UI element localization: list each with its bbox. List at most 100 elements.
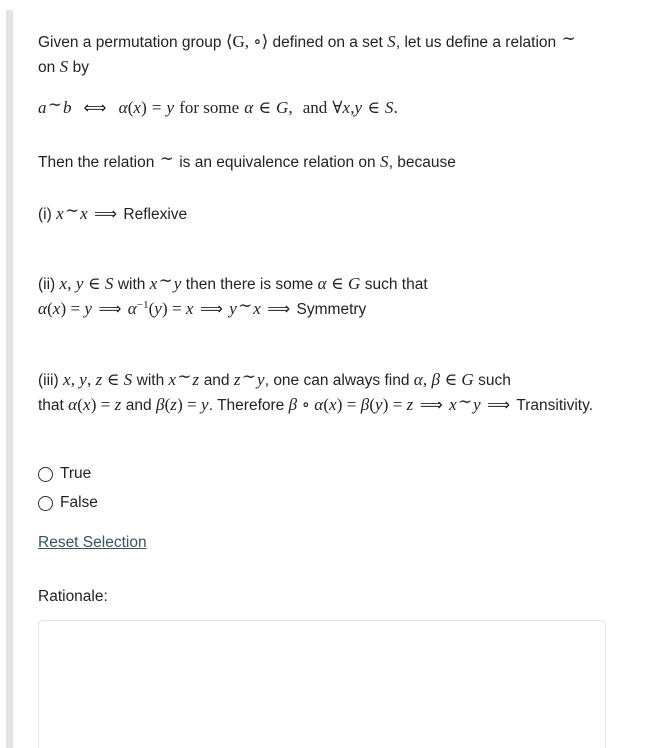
rationale-textarea[interactable]: [38, 620, 606, 748]
item-iii-tilde-1: ∼: [177, 367, 192, 386]
item-iii-close-3: ): [336, 394, 343, 414]
item-i-tilde: ∼: [64, 201, 80, 220]
item-ii-equals-2: =: [172, 298, 182, 318]
item-iii-tilde-3: ∼: [457, 391, 473, 411]
item-ii-S: S: [104, 274, 114, 293]
item-iii-alpha: α: [413, 370, 423, 389]
intro-text-part-4: on: [38, 58, 60, 76]
proof-item-symmetry: (ii) x, y ∈ S with x∼y then there is som…: [38, 271, 614, 321]
eq-and: and: [302, 98, 328, 117]
item-iii-close-2: ): [177, 394, 183, 414]
item-iii-x-c: x: [82, 394, 91, 414]
item-iii-therefore: . Therefore: [208, 396, 285, 414]
proof-item-transitivity: (iii) x, y, z ∈ S with x∼z and z∼y, one …: [38, 367, 614, 417]
then-S: S: [379, 152, 389, 171]
item-iii-y-d: y: [375, 394, 383, 414]
eq-period: .: [393, 98, 398, 117]
item-ii-alpha: α: [317, 274, 327, 293]
question-intro-paragraph: Given a permutation group ⟨G, ∘⟩ defined…: [38, 29, 598, 79]
radio-button-true-icon[interactable]: [38, 466, 53, 482]
item-iii-x-e: x: [449, 394, 457, 414]
item-ii-arrow-1: ⟹: [98, 298, 122, 318]
item-iii-equals-2: =: [187, 394, 197, 414]
then-text-part-1: Then the relation: [38, 154, 159, 171]
item-ii-inverse-exponent: −1: [136, 298, 149, 311]
item-ii-alpha-inverse: α: [127, 298, 137, 318]
math-set-S: S: [387, 32, 396, 51]
item-i-marker: (i): [38, 206, 52, 223]
item-iii-S: S: [123, 370, 133, 389]
item-ii-such-that: such that: [364, 276, 428, 293]
eq-y-2: y: [354, 98, 363, 117]
answer-option-true[interactable]: True: [38, 461, 98, 487]
item-ii-x-e: x: [253, 298, 261, 318]
item-ii-y: y: [75, 274, 84, 293]
eq-G: G: [275, 98, 289, 117]
item-ii-y-c: y: [84, 298, 93, 318]
item-iii-beta-3: β: [288, 394, 298, 414]
item-iii-z-c: z: [233, 370, 241, 389]
item-ii-close-paren: ): [60, 298, 67, 318]
item-iii-rest-1: , one can always find: [264, 372, 410, 389]
answer-option-true-label: True: [60, 465, 92, 482]
item-ii-marker: (ii): [38, 276, 56, 293]
item-iii-y: y: [79, 370, 88, 389]
item-iii-z-b: z: [192, 370, 200, 389]
item-iii-alpha-3: α: [314, 394, 324, 414]
eq-comma: ,: [288, 98, 293, 117]
radio-button-false-icon[interactable]: [38, 495, 53, 511]
item-iii-comma-1: ,: [70, 370, 75, 389]
item-ii-y-e: y: [229, 298, 237, 318]
eq-S: S: [384, 98, 394, 117]
intro-text-part-3: , let us define a relation: [395, 34, 561, 51]
item-ii-tilde: ∼: [158, 271, 173, 290]
definition-display-equation: a∼b ⟺ α(x) = y for some α ∈ G, and ∀x,y …: [38, 95, 614, 119]
item-iii-equals-1: =: [100, 394, 111, 414]
item-iii-x-d: x: [329, 394, 337, 414]
answer-options-group: True False: [38, 461, 98, 519]
item-iii-member-of-2: ∈: [444, 370, 458, 389]
item-ii-arrow-2: ⟹: [199, 298, 223, 318]
item-ii-conclusion: Symmetry: [296, 300, 367, 318]
item-iii-comma-2: ,: [87, 370, 92, 389]
math-group-notation: ⟨G, ∘⟩: [225, 32, 269, 51]
rationale-label: Rationale:: [38, 588, 108, 605]
eq-tilde: ∼: [47, 95, 62, 114]
item-ii-member-of-2: ∈: [331, 274, 344, 293]
item-iii-with: with: [136, 372, 165, 389]
item-iii-compose-operator: ∘: [301, 394, 310, 414]
item-iii-y-b: y: [256, 370, 265, 389]
intro-text-part-1: Given a permutation group: [38, 34, 226, 51]
item-i-x1: x: [56, 204, 64, 223]
item-i-conclusion: Reflexive: [123, 206, 188, 223]
item-iii-alpha-2: α: [68, 394, 78, 414]
item-iii-G: G: [461, 370, 474, 389]
item-iii-z: z: [95, 370, 103, 389]
eq-close-paren: ): [141, 98, 147, 117]
left-gutter-rail: [6, 10, 13, 748]
eq-x: x: [133, 98, 142, 117]
answer-option-false[interactable]: False: [38, 490, 98, 516]
item-ii-arrow-3: ⟹: [267, 298, 291, 318]
item-iii-equals-3: =: [346, 394, 357, 414]
eq-alpha: α: [118, 98, 128, 117]
reset-selection-link[interactable]: Reset Selection: [38, 534, 147, 552]
item-iii-close-4: ): [382, 394, 389, 414]
item-ii-with: with: [117, 276, 146, 293]
item-iii-arrow-1: ⟹: [419, 394, 443, 414]
item-ii-tilde-2: ∼: [237, 295, 253, 315]
item-iii-marker: (iii): [38, 372, 59, 389]
then-text-part-3: , because: [388, 154, 456, 171]
math-set-S-2: S: [59, 56, 69, 76]
item-iii-arrow-2: ⟹: [487, 394, 511, 414]
item-iii-comma-3: ,: [422, 370, 428, 389]
eq-member-of-2: ∈: [367, 98, 380, 117]
item-iii-equals-4: =: [392, 394, 403, 414]
item-i-x2: x: [80, 204, 88, 223]
proof-item-reflexive: (i) x∼x ⟹ Reflexive: [38, 201, 614, 227]
item-ii-x-d: x: [185, 298, 194, 318]
item-ii-y-b: y: [173, 274, 182, 293]
item-iii-z-d: z: [114, 394, 122, 414]
intro-text-part-5: by: [68, 58, 89, 76]
item-iii-y-c: y: [201, 394, 209, 414]
